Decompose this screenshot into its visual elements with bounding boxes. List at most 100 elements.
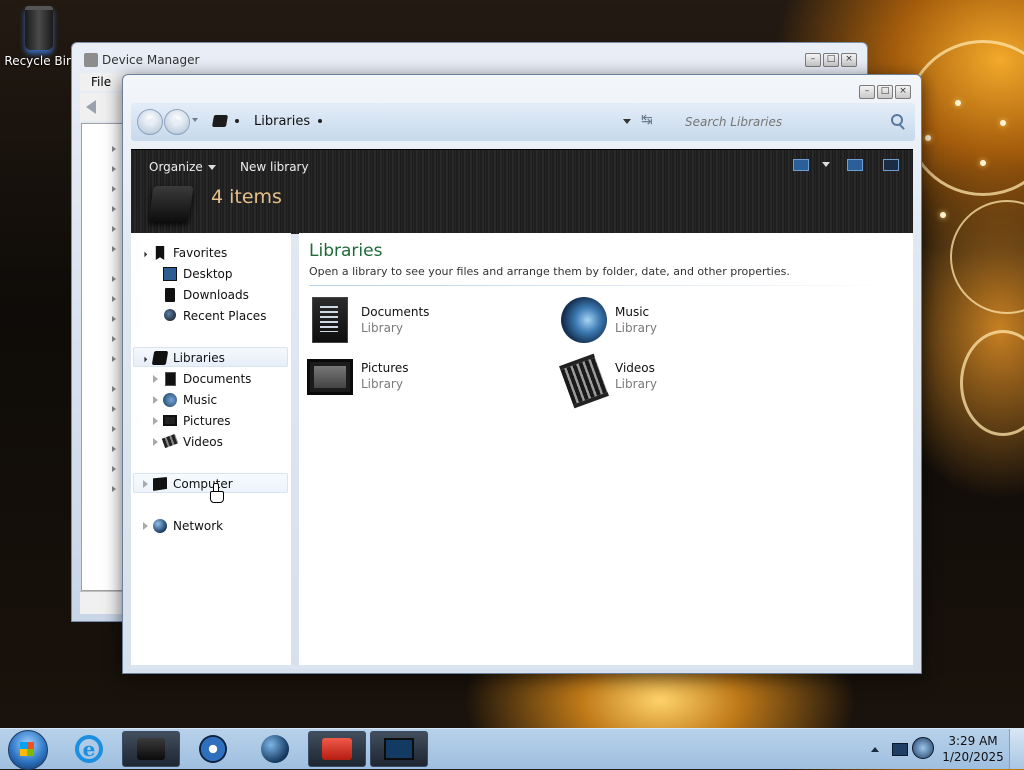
content-divider (309, 285, 899, 286)
tree-expander-icon[interactable] (112, 226, 116, 232)
pictures-icon (307, 359, 353, 395)
collapse-icon[interactable] (138, 353, 148, 363)
taskbar-media-player[interactable] (184, 731, 242, 767)
tree-expander-icon[interactable] (112, 386, 116, 392)
back-arrow-icon[interactable] (86, 100, 96, 114)
taskbar-windows-explorer[interactable] (122, 731, 180, 767)
taskbar-device-manager[interactable] (370, 731, 428, 767)
close-button[interactable]: × (895, 85, 911, 99)
library-tile-pictures[interactable]: Pictures Library (307, 353, 557, 401)
desktop-icon (163, 267, 177, 281)
minimize-button[interactable]: – (805, 53, 821, 67)
wallpaper-swirl (960, 330, 1024, 436)
taskbar-network-globe[interactable] (246, 731, 304, 767)
close-button[interactable]: × (841, 53, 857, 67)
libraries-icon (151, 351, 169, 365)
library-tile-music[interactable]: Music Library (561, 297, 811, 345)
tree-expander-icon[interactable] (112, 296, 116, 302)
address-dropdown-icon[interactable] (623, 119, 631, 124)
taskbar-toolbox[interactable] (308, 731, 366, 767)
preview-pane-icon[interactable] (847, 159, 863, 171)
globe-icon (261, 735, 289, 763)
device-tree[interactable] (81, 123, 128, 591)
tree-expander-icon[interactable] (112, 466, 116, 472)
change-view-icon[interactable] (793, 159, 809, 171)
organize-button[interactable]: Organize (145, 158, 220, 176)
recent-pages-dropdown-icon[interactable] (192, 118, 198, 122)
nav-item-libraries[interactable]: Libraries (131, 348, 291, 368)
view-options-chevron-icon[interactable] (822, 162, 830, 167)
clock-time: 3:29 AM (948, 734, 998, 748)
wallpaper-sparkle (925, 135, 931, 141)
search-input[interactable] (679, 111, 904, 133)
tree-expander-icon[interactable] (112, 446, 116, 452)
device-manager-icon (384, 738, 414, 760)
nav-item-favorites[interactable]: Favorites (131, 243, 291, 263)
tree-expander-icon[interactable] (112, 336, 116, 342)
nav-item-documents[interactable]: Documents (131, 369, 291, 389)
tree-expander-icon[interactable] (112, 316, 116, 322)
expand-icon[interactable] (153, 438, 158, 446)
breadcrumb-separator-icon[interactable] (318, 119, 322, 123)
expand-icon[interactable] (153, 417, 158, 425)
back-button[interactable] (137, 109, 163, 135)
maximize-button[interactable]: □ (877, 85, 893, 99)
maximize-button[interactable]: □ (823, 53, 839, 67)
windows-explorer-icon (137, 738, 165, 760)
nav-item-network[interactable]: Network (131, 516, 291, 536)
tree-expander-icon[interactable] (112, 206, 116, 212)
network-tray-icon[interactable] (912, 737, 934, 759)
nav-item-videos[interactable]: Videos (131, 432, 291, 452)
tree-expander-icon[interactable] (112, 166, 116, 172)
collapse-icon[interactable] (138, 248, 148, 258)
menu-file[interactable]: File (91, 75, 111, 89)
tree-expander-icon[interactable] (112, 186, 116, 192)
network-icon (153, 519, 167, 533)
nav-item-desktop[interactable]: Desktop (131, 264, 291, 284)
expand-icon[interactable] (143, 522, 148, 530)
hand-cursor-icon (210, 483, 224, 503)
taskbar-internet-explorer[interactable]: e (60, 731, 118, 767)
expand-icon[interactable] (153, 396, 158, 404)
action-center-icon[interactable] (892, 743, 908, 756)
nav-item-downloads[interactable]: Downloads (131, 285, 291, 305)
show-desktop-button[interactable] (1009, 729, 1024, 769)
wallpaper-sparkle (955, 100, 961, 106)
breadcrumb-libraries[interactable]: Libraries (254, 114, 310, 129)
search-icon[interactable] (891, 114, 903, 126)
tree-expander-icon[interactable] (112, 426, 116, 432)
libraries-breadcrumb-icon (211, 115, 229, 127)
libraries-explorer-window[interactable]: – □ × Libraries ↹ Organize New library 4… (122, 74, 922, 674)
breadcrumb-separator-icon[interactable] (235, 119, 239, 123)
minimize-button[interactable]: – (859, 85, 875, 99)
nav-item-recent-places[interactable]: Recent Places (131, 306, 291, 326)
tree-expander-icon[interactable] (112, 246, 116, 252)
chevron-down-icon (207, 165, 216, 170)
tree-expander-icon[interactable] (112, 146, 116, 152)
favorites-icon (155, 246, 165, 260)
tree-expander-icon[interactable] (112, 486, 116, 492)
clock[interactable]: 3:29 AM 1/20/2025 (938, 733, 1008, 765)
start-button[interactable] (8, 730, 48, 770)
internet-explorer-icon: e (75, 735, 103, 763)
tree-expander-icon[interactable] (112, 406, 116, 412)
recycle-bin-desktop-icon[interactable]: Recycle Bin (4, 6, 74, 68)
expand-icon[interactable] (143, 480, 148, 488)
nav-item-pictures[interactable]: Pictures (131, 411, 291, 431)
library-tile-videos[interactable]: Videos Library (559, 353, 811, 409)
show-hidden-icons-chevron-icon[interactable] (871, 747, 879, 752)
expand-icon[interactable] (153, 375, 158, 383)
tree-expander-icon[interactable] (112, 276, 116, 282)
wallpaper-sparkle (980, 160, 986, 166)
new-library-button[interactable]: New library (236, 158, 313, 176)
wallpaper-sparkle (940, 212, 946, 218)
tree-expander-icon[interactable] (112, 356, 116, 362)
forward-button[interactable] (164, 109, 190, 135)
help-icon[interactable] (883, 159, 899, 171)
library-tile-documents[interactable]: Documents Library (307, 297, 557, 345)
wallpaper-sparkle (1000, 120, 1006, 126)
documents-icon (165, 372, 176, 386)
nav-item-music[interactable]: Music (131, 390, 291, 410)
wallpaper-swirl (905, 40, 1024, 196)
refresh-icon[interactable]: ↹ (641, 112, 653, 128)
